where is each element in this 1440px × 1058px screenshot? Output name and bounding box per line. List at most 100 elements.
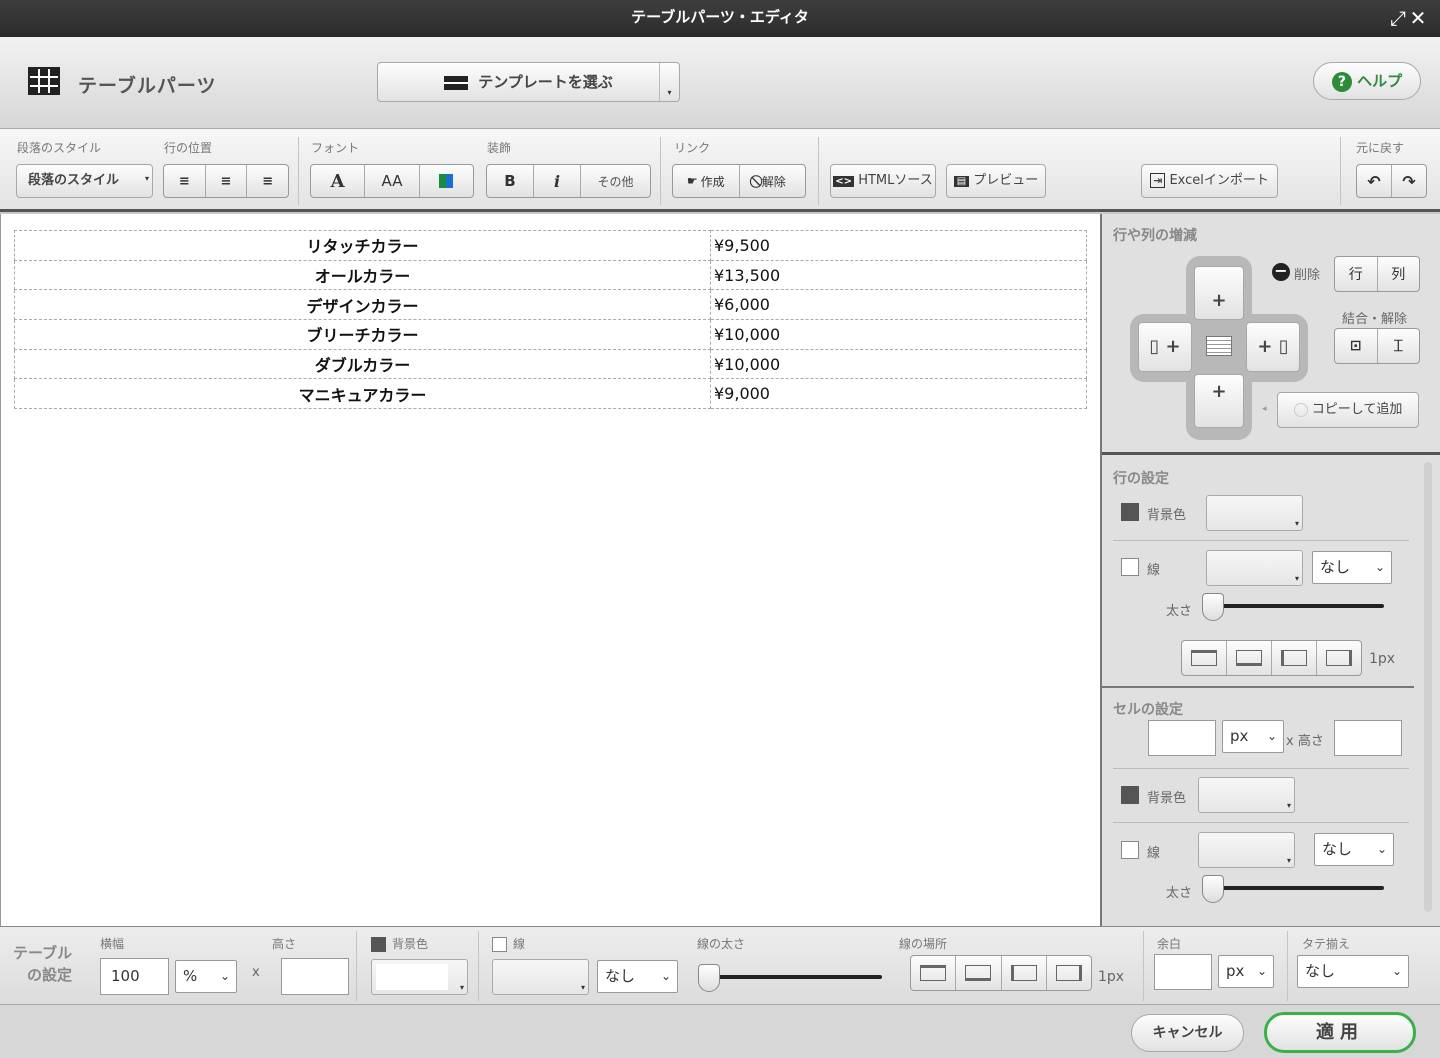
item-name-cell[interactable]: オールカラー — [14, 259, 711, 291]
valign-select[interactable]: なし ⌄ — [1297, 955, 1409, 988]
item-price-cell[interactable]: ¥13,500 — [710, 259, 1087, 291]
table-line-checkbox[interactable] — [492, 937, 507, 952]
item-price-cell[interactable]: ¥10,000 — [710, 348, 1087, 380]
margin-input[interactable] — [1154, 954, 1212, 990]
table-bg-swatch — [371, 937, 386, 952]
cell-line-checkbox[interactable] — [1121, 841, 1139, 859]
copy-add-button[interactable]: コピーして追加 — [1277, 392, 1419, 428]
border-top-button[interactable] — [1182, 641, 1227, 675]
item-name-cell[interactable]: リタッチカラー — [14, 230, 711, 261]
row-line-checkbox[interactable] — [1121, 558, 1139, 576]
link-remove-button[interactable]: ⃠解除 — [740, 165, 806, 197]
html-source-button[interactable]: <> HTMLソース — [830, 164, 936, 198]
panel-scrollbar[interactable] — [1424, 462, 1432, 912]
item-name-cell[interactable]: マニキュアカラー — [14, 378, 711, 410]
table-thickness-track[interactable] — [708, 975, 882, 979]
border-left-button[interactable] — [1272, 641, 1317, 675]
table-row[interactable]: リタッチカラー ¥9,500 — [14, 230, 1087, 261]
paragraph-style-button[interactable]: 段落のスタイル ▾ — [16, 164, 153, 198]
item-name-cell[interactable]: デザインカラー — [14, 289, 711, 321]
delete-col-button[interactable]: 列 — [1378, 257, 1420, 291]
editable-table[interactable]: リタッチカラー ¥9,500 オールカラー ¥13,500 デザインカラー ¥6,000 ブ… — [14, 230, 1087, 410]
table-thickness-slider[interactable] — [698, 964, 720, 992]
row-thickness-value: 1px — [1369, 651, 1396, 667]
cell-bg-color-picker[interactable]: ▾ — [1198, 777, 1295, 813]
italic-button[interactable]: i — [534, 165, 581, 197]
import-icon: ⇥ — [1150, 173, 1166, 188]
cell-width-unit-select[interactable]: px ⌄ — [1222, 720, 1284, 753]
border-bottom-button[interactable] — [956, 956, 1002, 990]
paragraph-style-label: 段落のスタイル — [17, 141, 102, 155]
border-left-button[interactable] — [1002, 956, 1047, 990]
preview-button[interactable]: ▤ プレビュー — [946, 164, 1046, 198]
border-left-icon — [1010, 965, 1037, 981]
border-top-button[interactable] — [911, 956, 957, 990]
font-face-button[interactable]: A — [311, 165, 366, 197]
editor-header: テーブルパーツ テンプレートを選ぶ ▾ ? ヘルプ — [0, 37, 1440, 129]
chevron-down-icon: ▾ — [1294, 574, 1299, 583]
link-create-button[interactable]: ☛ 作成 — [673, 165, 740, 197]
item-price-cell[interactable]: ¥9,000 — [710, 378, 1087, 410]
row-border-position-group — [1181, 640, 1362, 676]
border-right-button[interactable] — [1047, 956, 1091, 990]
cancel-button[interactable]: キャンセル — [1131, 1014, 1244, 1052]
bold-button[interactable]: B — [487, 165, 534, 197]
table-row[interactable]: オールカラー ¥13,500 — [14, 259, 1087, 291]
table-row[interactable]: ダブルカラー ¥10,000 — [14, 348, 1087, 380]
add-col-right-button[interactable]: + ▯ — [1246, 322, 1300, 372]
table-line-style-select[interactable]: なし ⌄ — [597, 960, 678, 993]
add-row-below-button[interactable]: + — [1194, 374, 1244, 428]
help-button[interactable]: ? ヘルプ — [1313, 62, 1421, 100]
add-col-left-button[interactable]: ▯ + — [1138, 322, 1192, 372]
border-right-button[interactable] — [1317, 641, 1361, 675]
cell-thickness-slider[interactable] — [1202, 875, 1224, 903]
merge-cells-button[interactable]: ⊡ — [1335, 329, 1378, 363]
align-left-button[interactable]: ≡ — [164, 165, 206, 197]
font-color-button[interactable] — [420, 165, 473, 197]
cell-width-input[interactable] — [1148, 720, 1216, 756]
table-width-unit-select[interactable]: % ⌄ — [175, 960, 237, 993]
table-row[interactable]: デザインカラー ¥6,000 — [14, 289, 1087, 321]
row-thickness-track[interactable] — [1214, 604, 1384, 608]
delete-row-button[interactable]: 行 — [1335, 257, 1378, 291]
table-editor-canvas[interactable]: リタッチカラー ¥9,500 オールカラー ¥13,500 デザインカラー ¥6,000 ブ… — [0, 214, 1100, 926]
redo-button[interactable]: ↷ — [1392, 165, 1426, 197]
align-right-button[interactable]: ≡ — [247, 165, 288, 197]
table-height-input[interactable] — [281, 958, 349, 995]
cell-line-color-picker[interactable]: ▾ — [1198, 832, 1295, 868]
row-line-color-picker[interactable]: ▾ — [1206, 550, 1303, 586]
table-row[interactable]: ブリーチカラー ¥10,000 — [14, 319, 1087, 350]
item-name-cell[interactable]: ブリーチカラー — [14, 319, 711, 350]
cell-line-style-select[interactable]: なし ⌄ — [1314, 833, 1394, 866]
align-center-button[interactable]: ≡ — [206, 165, 248, 197]
split-cells-button[interactable]: ⌶ — [1378, 329, 1420, 363]
font-size-button[interactable]: AA — [365, 165, 420, 197]
table-line-place-label: 線の場所 — [899, 937, 948, 951]
triangle-left-icon: ◂ — [1262, 404, 1267, 414]
table-bg-color-picker[interactable]: ▾ — [371, 959, 468, 995]
undo-redo-group: ↶ ↷ — [1356, 164, 1427, 198]
row-line-style-select[interactable]: なし ⌄ — [1312, 551, 1392, 584]
table-width-input[interactable]: 100 — [100, 958, 169, 995]
item-name-cell[interactable]: ダブルカラー — [14, 348, 711, 380]
apply-button[interactable]: 適用 — [1264, 1012, 1416, 1053]
other-decoration-button[interactable]: その他 — [581, 165, 650, 197]
add-row-above-button[interactable]: + — [1194, 266, 1244, 320]
row-thickness-slider[interactable] — [1202, 593, 1224, 621]
border-bottom-button[interactable] — [1227, 641, 1272, 675]
close-icon[interactable]: ✕ — [1408, 6, 1428, 30]
cell-height-input[interactable] — [1334, 720, 1402, 756]
template-select-button[interactable]: テンプレートを選ぶ ▾ — [377, 62, 680, 102]
item-price-cell[interactable]: ¥10,000 — [710, 319, 1087, 350]
margin-unit-select[interactable]: px ⌄ — [1218, 955, 1274, 988]
row-bg-color-picker[interactable]: ▾ — [1206, 495, 1303, 531]
table-line-color-picker[interactable]: ▾ — [492, 959, 589, 995]
item-price-cell[interactable]: ¥6,000 — [710, 289, 1087, 321]
code-icon: <> — [833, 176, 855, 187]
cell-thickness-track[interactable] — [1214, 886, 1384, 890]
item-price-cell[interactable]: ¥9,500 — [710, 230, 1087, 261]
table-row[interactable]: マニキュアカラー ¥9,000 — [14, 378, 1087, 410]
undo-button[interactable]: ↶ — [1357, 165, 1392, 197]
excel-import-button[interactable]: ⇥ Excelインポート — [1141, 164, 1278, 198]
expand-icon[interactable]: ⤢ — [1388, 6, 1408, 30]
